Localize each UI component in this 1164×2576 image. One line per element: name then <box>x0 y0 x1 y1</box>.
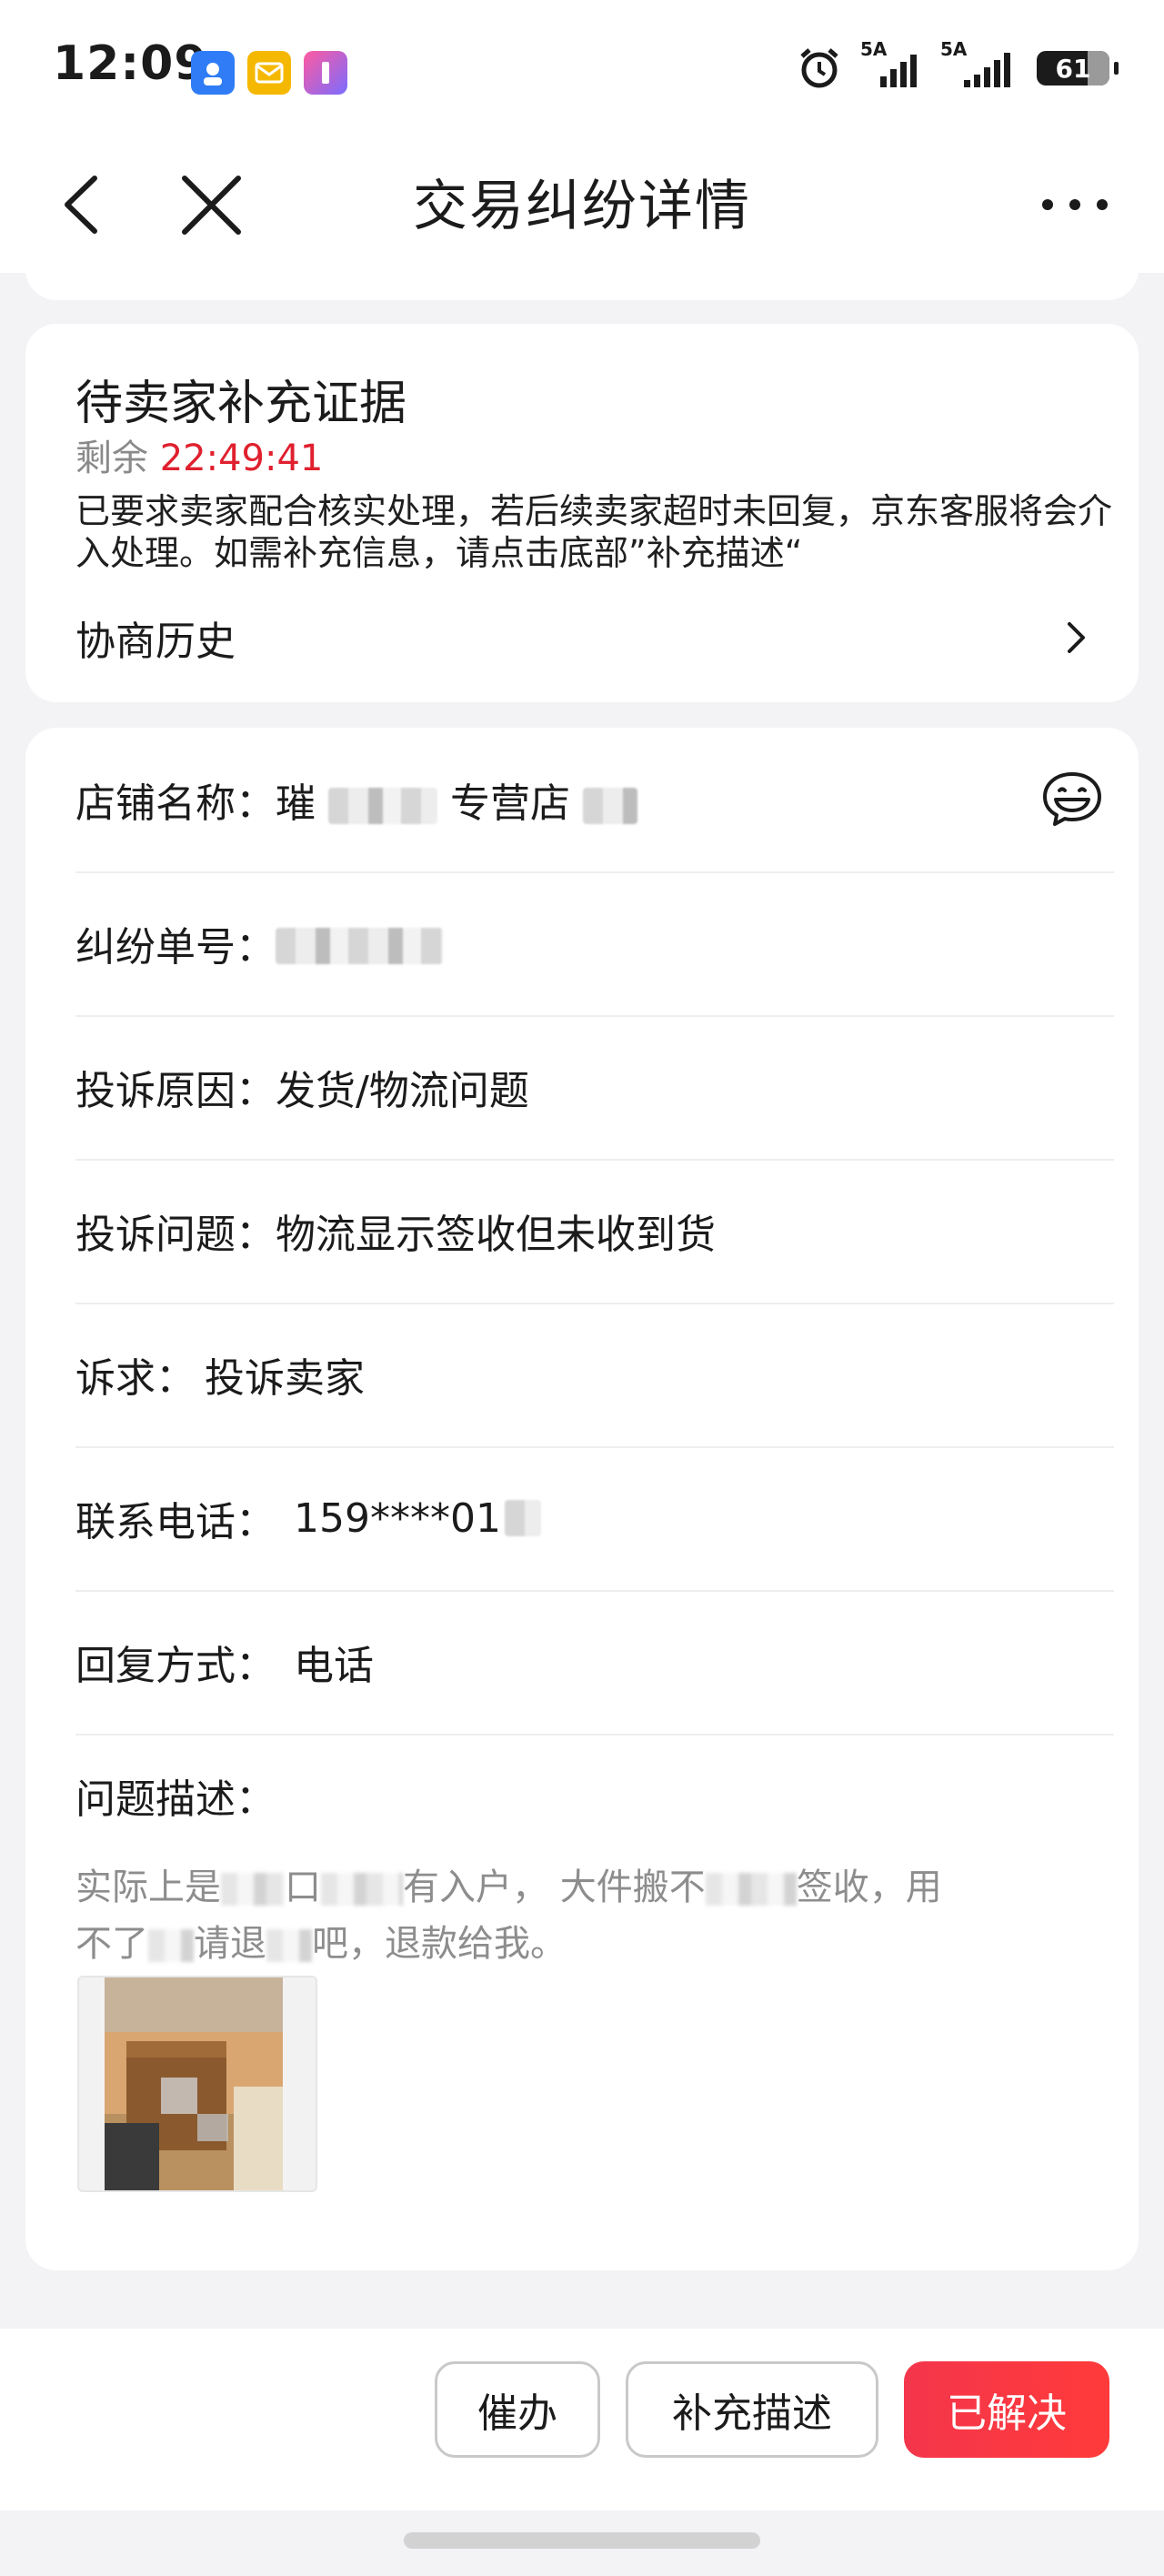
countdown: 22:49:41 <box>159 438 324 479</box>
description-fragment: 有入户， <box>403 1867 548 1908</box>
urge-button[interactable]: 催办 <box>435 2361 600 2458</box>
reply-method-value: 电话 <box>294 1643 374 1689</box>
phone-value: 159****01 <box>294 1494 501 1542</box>
redacted-block <box>583 788 637 824</box>
store-name-part: 璀 <box>276 780 316 827</box>
appeal-label: 诉求： <box>75 1355 196 1402</box>
battery-level: 61 <box>1055 53 1091 84</box>
signal-1-label: 5A <box>860 38 888 60</box>
dispute-number-value <box>276 921 443 967</box>
dispute-number-label: 纠纷单号： <box>75 924 276 971</box>
description-fragment: 口 <box>285 1867 321 1908</box>
redacted-block <box>705 1873 797 1906</box>
appeal-value: 投诉卖家 <box>205 1355 365 1402</box>
description-fragment: 大件搬不 <box>559 1867 706 1908</box>
nav-bar: 交易纠纷详情 <box>0 136 1164 273</box>
redacted-block <box>328 788 437 824</box>
battery-indicator: 61 <box>1037 51 1119 86</box>
evidence-photo-image <box>79 1977 316 2190</box>
store-name-value: 璀 专营店 <box>276 770 637 829</box>
description-fragment: 请退 <box>194 1923 266 1965</box>
redacted-block <box>148 1929 194 1962</box>
remaining-prefix: 剩余 <box>75 438 148 479</box>
problem-description-text: 实际上是 口 有入户， 大件搬不 签收，用 不了 请退 吧，退款给我。 <box>75 1859 1114 1972</box>
redacted-block <box>321 1873 403 1906</box>
complaint-issue-label: 投诉问题： <box>75 1212 276 1258</box>
more-icon[interactable] <box>1040 191 1109 218</box>
description-fragment: 实际上是 <box>75 1867 221 1908</box>
complaint-issue-value: 物流显示签收但未收到货 <box>276 1212 716 1258</box>
redacted-block <box>276 927 443 964</box>
negotiation-history-link[interactable]: 协商历史 <box>75 601 1089 674</box>
resolved-button[interactable]: 已解决 <box>904 2361 1109 2458</box>
store-name-row: 店铺名称： 璀 专营店 <box>75 728 1114 873</box>
supplement-description-button[interactable]: 补充描述 <box>626 2361 878 2458</box>
signal-1: 5A <box>858 38 922 91</box>
phone-row: 联系电话： 159****01 <box>75 1446 1114 1592</box>
dispute-status-card: 待卖家补充证据 剩余 22:49:41 已要求卖家配合核实处理，若后续卖家超时未… <box>25 324 1139 702</box>
complaint-reason-value: 发货/物流问题 <box>276 1068 529 1114</box>
page-title: 交易纠纷详情 <box>413 175 751 238</box>
redacted-block <box>221 1873 285 1906</box>
complaint-issue-row: 投诉问题： 物流显示签收但未收到货 <box>75 1159 1114 1304</box>
history-label: 协商历史 <box>75 619 236 665</box>
status-title: 待卖家补充证据 <box>75 377 407 431</box>
description-fragment: 签收，用 <box>796 1867 942 1908</box>
reply-method-label: 回复方式： <box>75 1643 276 1689</box>
alarm-icon <box>800 48 838 88</box>
problem-description-label: 问题描述： <box>75 1776 276 1823</box>
evidence-photo[interactable] <box>77 1976 317 2192</box>
complaint-reason-row: 投诉原因： 发货/物流问题 <box>75 1015 1114 1161</box>
dispute-info-card: 店铺名称： 璀 专营店 纠纷单号： 投诉原因： 发货/物流问题 投诉问题： 物流… <box>25 728 1139 2270</box>
chat-icon[interactable] <box>1039 769 1105 829</box>
bottom-action-bar: 催办 补充描述 已解决 <box>0 2329 1164 2511</box>
redacted-block <box>266 1929 312 1962</box>
status-bar: 12:09 5A 5A 61 <box>0 0 1164 136</box>
security-app-icon <box>191 51 235 95</box>
description-fragment: 不了 <box>75 1923 148 1965</box>
dispute-number-row: 纠纷单号： <box>75 871 1114 1017</box>
store-name-part: 专营店 <box>450 780 570 827</box>
signal-2: 5A <box>938 38 1020 91</box>
home-indicator[interactable] <box>404 2532 760 2549</box>
store-name-label: 店铺名称： <box>75 780 276 827</box>
chevron-right-icon <box>1068 622 1085 653</box>
reply-method-row: 回复方式： 电话 <box>75 1590 1114 1736</box>
complaint-reason-label: 投诉原因： <box>75 1068 276 1114</box>
status-description: 已要求卖家配合核实处理，若后续卖家超时未回复，京东客服将会介入处理。如需补充信息… <box>75 491 1113 573</box>
previous-card-edge <box>25 264 1139 300</box>
status-indicators: 5A 5A 61 <box>797 38 1119 91</box>
description-fragment: 吧，退款给我。 <box>312 1923 567 1965</box>
app-notification-icon <box>304 51 347 95</box>
remaining-time: 剩余 22:49:41 <box>75 428 323 481</box>
mail-app-icon <box>247 51 291 95</box>
status-time: 12:09 <box>53 36 208 91</box>
redacted-block <box>504 1500 541 1536</box>
phone-label: 联系电话： <box>75 1499 276 1545</box>
appeal-row: 诉求： 投诉卖家 <box>75 1303 1114 1448</box>
signal-2-label: 5A <box>940 38 968 60</box>
